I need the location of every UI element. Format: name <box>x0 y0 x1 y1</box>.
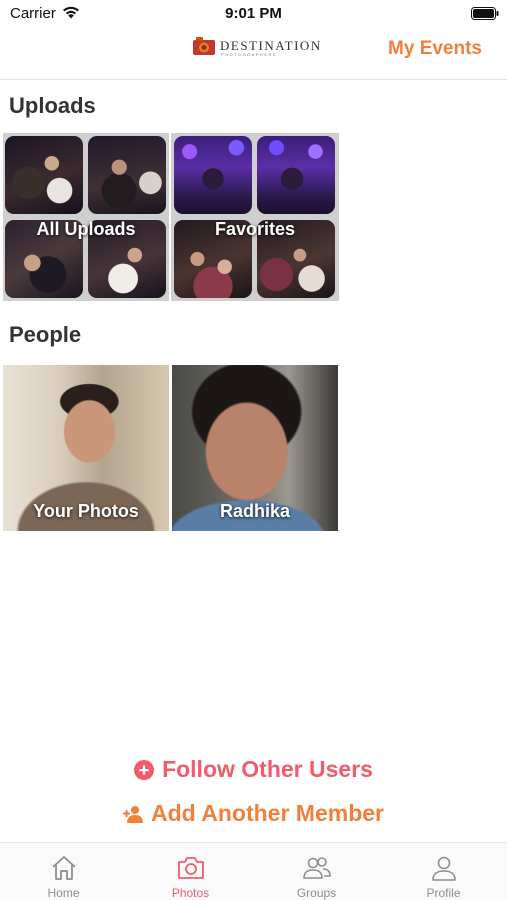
tab-home-label: Home <box>47 886 80 900</box>
home-icon <box>51 856 76 880</box>
add-person-icon <box>123 805 143 823</box>
logo-subtext: PHOTOGRAPHERS <box>221 52 278 57</box>
all-uploads-label: All Uploads <box>36 219 136 239</box>
my-events-button[interactable]: My Events <box>388 38 482 60</box>
all-uploads-tile[interactable]: All Uploads <box>3 133 169 301</box>
upload-thumb-1 <box>5 136 83 214</box>
battery-icon <box>471 7 499 20</box>
all-uploads-collage <box>3 133 169 301</box>
tab-home[interactable]: Home <box>0 843 127 900</box>
radhika-tile[interactable]: Radhika <box>172 365 338 531</box>
radhika-label: Radhika <box>219 501 291 521</box>
your-photos-label: Your Photos <box>33 501 139 521</box>
follow-other-users-button[interactable]: Follow Other Users <box>0 756 507 786</box>
app-header: DESTINATION PHOTOGRAPHERS My Events <box>0 30 507 80</box>
tab-groups[interactable]: Groups <box>253 843 380 900</box>
status-time: 9:01 PM <box>225 5 282 22</box>
logo-camera-icon <box>193 37 215 55</box>
tab-photos[interactable]: Photos <box>127 843 254 900</box>
your-photos-tile[interactable]: Your Photos <box>3 365 169 531</box>
follow-other-users-label: Follow Other Users <box>162 756 373 782</box>
destination-logo: DESTINATION PHOTOGRAPHERS <box>192 34 328 60</box>
favorites-collage <box>171 133 339 301</box>
uploads-section-title: Uploads <box>9 93 96 118</box>
plus-circle-icon <box>134 759 155 780</box>
camera-icon <box>177 857 204 879</box>
favorites-label: Favorites <box>214 219 296 239</box>
add-another-member-label: Add Another Member <box>151 800 384 826</box>
favorite-thumb-2 <box>257 136 335 214</box>
tab-bar: Home Photos Groups Profile <box>0 842 507 900</box>
tab-profile[interactable]: Profile <box>380 843 507 900</box>
tab-groups-label: Groups <box>296 886 337 900</box>
profile-icon <box>431 856 456 881</box>
favorites-tile[interactable]: Favorites <box>171 133 339 301</box>
add-another-member-button[interactable]: Add Another Member <box>0 800 507 830</box>
status-bar: Carrier 9:01 PM <box>0 0 507 30</box>
groups-icon <box>302 857 331 879</box>
people-section-title: People <box>9 322 82 347</box>
tab-profile-label: Profile <box>426 886 461 900</box>
tab-photos-label: Photos <box>171 886 210 900</box>
upload-thumb-2 <box>88 136 166 214</box>
favorite-thumb-1 <box>174 136 252 214</box>
